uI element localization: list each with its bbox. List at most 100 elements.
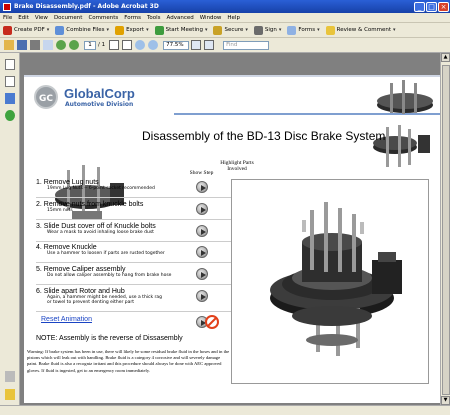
step-note: Use a hammer to loosen if parts are rust… [47, 251, 165, 256]
pages-icon[interactable] [4, 59, 15, 70]
next-page-icon[interactable] [69, 40, 79, 50]
menu-forms[interactable]: Forms [124, 15, 141, 21]
globalcorp-logo: GC GlobalCorp Automotive Division [34, 85, 135, 109]
maximize-button[interactable]: □ [426, 1, 437, 12]
step-label: 4. Remove Knuckle [36, 244, 97, 251]
step-label: 3. Slide Dust cover off of Knuckle bolts [36, 223, 156, 230]
scroll-thumb[interactable] [442, 65, 450, 395]
step-1: 1. Remove Lug nuts 19mm Lug Nuts -- 6-po… [36, 179, 186, 191]
menu-edit[interactable]: Edit [18, 15, 29, 21]
lock-icon [213, 25, 223, 35]
save-icon[interactable] [17, 40, 27, 50]
comments-icon[interactable] [5, 389, 15, 400]
hand-tool-icon[interactable] [109, 40, 120, 50]
export-button[interactable]: Export ▾ [115, 25, 149, 35]
step-4: 4. Remove Knuckle Use a hammer to loosen… [36, 244, 186, 256]
step-5: 5. Remove Caliper assembly Do not allow … [36, 266, 186, 278]
fit-width-icon[interactable] [204, 40, 215, 50]
clear-highlight-icon[interactable] [205, 315, 219, 329]
menu-window[interactable]: Window [200, 15, 222, 21]
step-6: 6. Slide apart Rotor and Hub Again, a ha… [36, 288, 186, 305]
step-note: Again, a hammer might be needed, use a t… [47, 295, 163, 305]
show-step-2-button[interactable] [196, 203, 208, 215]
separator [36, 284, 241, 285]
document-title: Disassembly of the BD-13 Disc Brake Syst… [142, 129, 386, 143]
3d-model-viewer[interactable] [231, 179, 429, 384]
pdf-page: GC GlobalCorp Automotive Division Disass… [24, 75, 440, 403]
forms-icon [287, 25, 297, 35]
separator [36, 311, 241, 312]
previous-page-icon[interactable] [56, 40, 66, 50]
meeting-icon [154, 25, 164, 35]
column-highlight-parts: Highlight Parts Involved [220, 160, 254, 172]
select-tool-icon[interactable] [122, 40, 133, 50]
help-icon[interactable] [4, 110, 15, 121]
bookmarks-icon[interactable] [4, 76, 15, 87]
show-step-6-button[interactable] [196, 290, 208, 302]
review-icon [325, 25, 335, 35]
column-show-step: Show Step [189, 170, 214, 176]
step-note: 15mm nuts [47, 208, 73, 213]
step-3: 3. Slide Dust cover off of Knuckle bolts… [36, 223, 186, 235]
step-note: Wear a mask to avoid inhaling loose brak… [47, 230, 154, 235]
signatures-icon[interactable] [4, 93, 15, 104]
separator [36, 262, 241, 263]
menu-tools[interactable]: Tools [147, 15, 161, 21]
email-icon[interactable] [43, 40, 53, 50]
step-label: 1. Remove Lug nuts [36, 179, 99, 186]
find-field[interactable]: Find [223, 40, 270, 50]
fit-page-icon[interactable] [191, 40, 202, 50]
create-pdf-icon [3, 25, 12, 35]
menu-comments[interactable]: Comments [88, 15, 118, 21]
open-folder-icon[interactable] [4, 40, 14, 50]
review-comment-button[interactable]: Review & Comment ▾ [325, 25, 396, 35]
separator [36, 241, 241, 242]
menu-bar: File Edit View Document Comments Forms T… [0, 13, 450, 23]
start-meeting-button[interactable]: Start Meeting ▾ [154, 25, 207, 35]
gc-logo-badge: GC [34, 85, 58, 109]
sign-button[interactable]: Sign ▾ [253, 25, 281, 35]
step-note: Do not allow caliper assembly to hang fr… [47, 273, 172, 278]
menu-advanced[interactable]: Advanced [167, 15, 194, 21]
scroll-up-icon[interactable]: ▲ [441, 53, 450, 62]
zoom-field[interactable]: 77.5% [163, 40, 190, 50]
print-icon[interactable] [30, 40, 40, 50]
show-step-4-button[interactable] [196, 246, 208, 258]
brake-thumbnail-right [373, 80, 433, 167]
task-toolbar: Create PDF ▾ Combine Files ▾ Export ▾ Start… [0, 23, 450, 38]
separator [36, 219, 241, 220]
acrobat-icon [3, 2, 11, 11]
step-label: 5. Remove Caliper assembly [36, 266, 126, 273]
assembly-note: NOTE: Assembly is the reverse of Dissase… [36, 335, 183, 342]
scroll-down-icon[interactable]: ▼ [441, 396, 450, 405]
create-pdf-button[interactable]: Create PDF ▾ [3, 25, 49, 35]
step-label: 2. Remove nuts from knuckle bolts [36, 201, 144, 208]
show-step-3-button[interactable] [196, 225, 208, 237]
menu-help[interactable]: Help [227, 15, 240, 21]
close-button[interactable]: × [438, 1, 449, 12]
minimize-button[interactable]: _ [414, 1, 425, 12]
menu-document[interactable]: Document [54, 15, 83, 21]
secure-button[interactable]: Secure ▾ [213, 25, 248, 35]
brake-assembly-model [270, 202, 402, 356]
export-icon [115, 25, 125, 35]
status-bar [0, 405, 450, 415]
attachments-icon[interactable] [5, 371, 15, 382]
navigation-toolbar: 1 / 1 77.5% Find [0, 38, 450, 53]
show-step-1-button[interactable] [196, 181, 208, 193]
menu-file[interactable]: File [3, 15, 12, 21]
show-step-5-button[interactable] [196, 268, 208, 280]
vertical-scrollbar[interactable]: ▲ ▼ [440, 53, 450, 405]
menu-view[interactable]: View [35, 15, 48, 21]
zoom-out-icon[interactable] [135, 40, 146, 50]
combine-files-button[interactable]: Combine Files ▾ [55, 25, 109, 35]
combine-files-icon [55, 25, 65, 35]
reset-animation-link[interactable]: Reset Animation [41, 316, 92, 323]
brand-division: Automotive Division [65, 101, 134, 108]
page-number-field[interactable]: 1 [84, 40, 96, 50]
step-label: 6. Slide apart Rotor and Hub [36, 288, 125, 295]
forms-button[interactable]: Forms ▾ [287, 25, 320, 35]
window-title: Brake Disassembly.pdf - Adobe Acrobat 3D [14, 3, 159, 10]
zoom-in-icon[interactable] [148, 40, 159, 50]
step-2: 2. Remove nuts from knuckle bolts 15mm n… [36, 201, 186, 213]
